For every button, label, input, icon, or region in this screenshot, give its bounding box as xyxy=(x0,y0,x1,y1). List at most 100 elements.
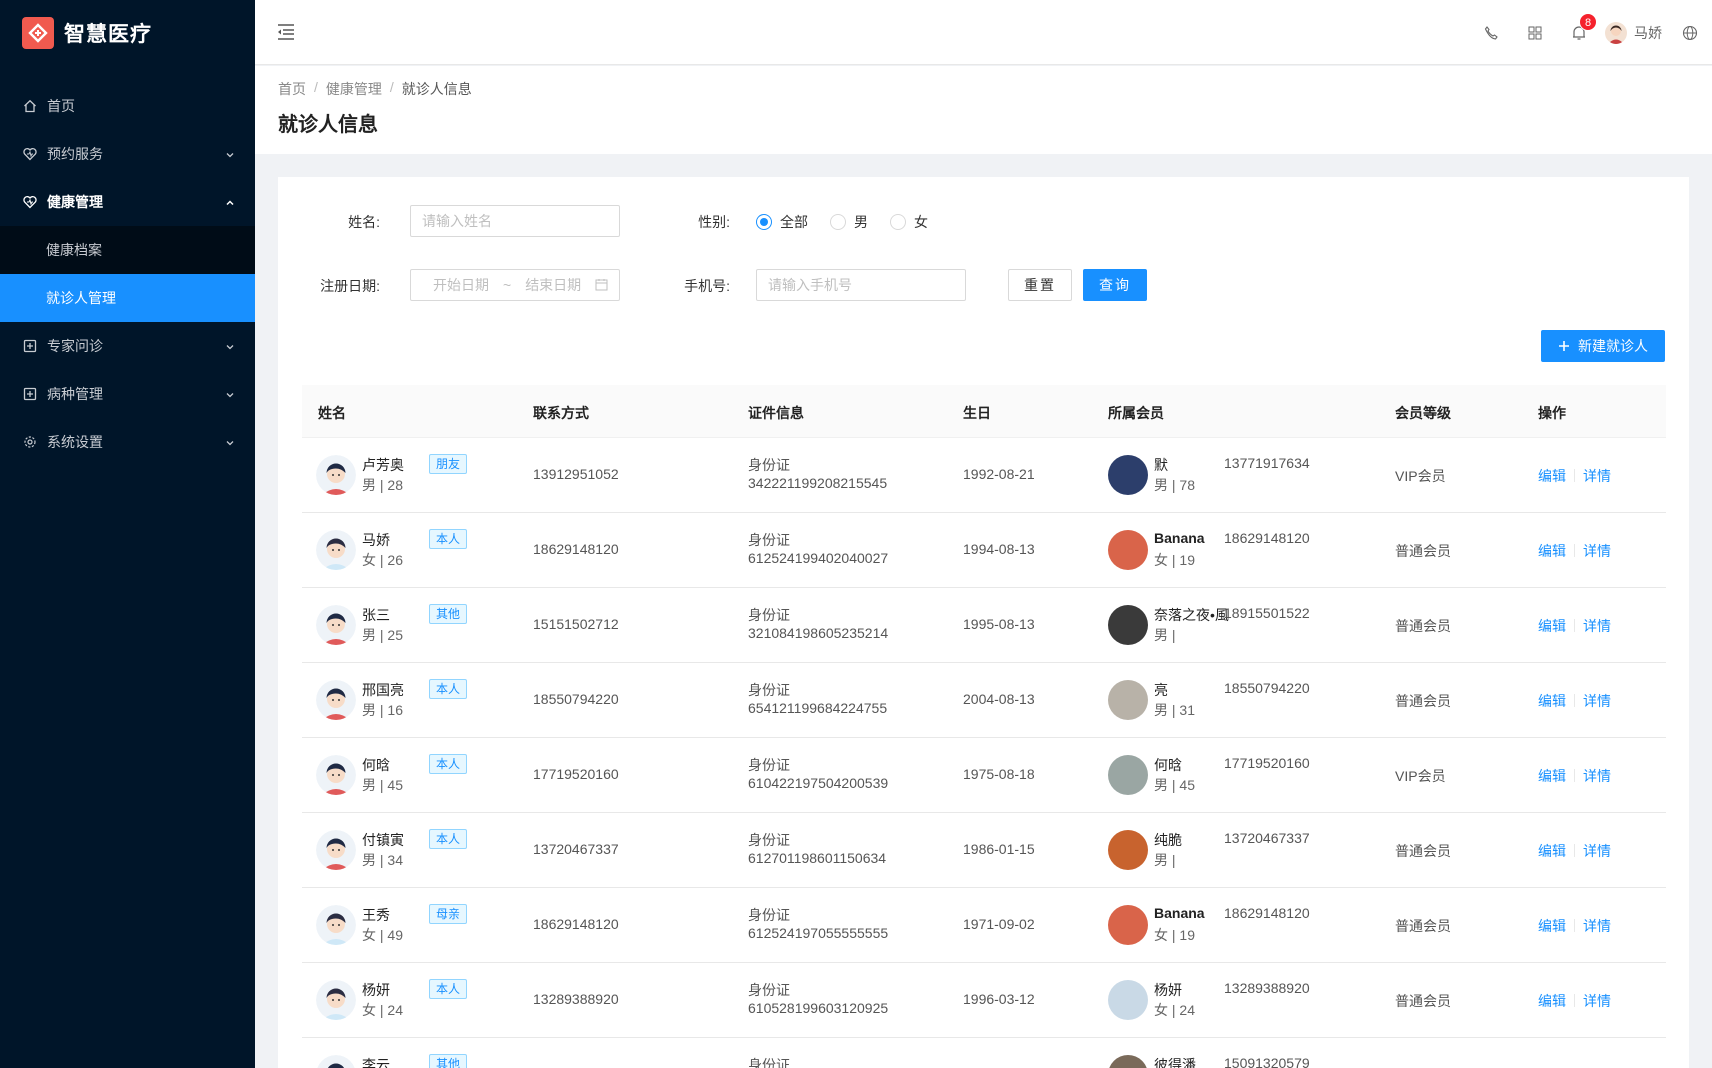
action-divider xyxy=(1574,769,1575,782)
col-header-actions: 操作 xyxy=(1538,405,1566,421)
edit-link[interactable]: 编辑 xyxy=(1538,466,1566,486)
birthday: 1995-08-13 xyxy=(963,616,1035,632)
apps-grid-icon[interactable] xyxy=(1513,26,1557,40)
patient-gender-age: 男 | 16 xyxy=(362,702,403,718)
edit-link[interactable]: 编辑 xyxy=(1538,766,1566,786)
member-level: 普通会员 xyxy=(1395,618,1451,634)
phone-input[interactable]: 请输入手机号 xyxy=(756,269,966,301)
relation-tag: 母亲 xyxy=(429,904,468,924)
patient-phone: 18550794220 xyxy=(533,691,619,707)
member-avatar xyxy=(1108,605,1148,645)
sidebar-item-settings[interactable]: 系统设置 xyxy=(0,418,255,466)
gender-filter-label: 性别: xyxy=(698,214,730,230)
detail-link[interactable]: 详情 xyxy=(1583,541,1611,561)
action-divider xyxy=(1574,994,1575,1007)
edit-link[interactable]: 编辑 xyxy=(1538,841,1566,861)
action-divider xyxy=(1574,844,1575,857)
patient-name: 何晗 xyxy=(362,757,390,773)
menu-fold-icon[interactable] xyxy=(277,23,295,44)
edit-link[interactable]: 编辑 xyxy=(1538,691,1566,711)
birthday: 1992-08-21 xyxy=(963,466,1035,482)
date-range-picker[interactable]: 开始日期 ~ 结束日期 xyxy=(410,269,620,301)
search-button[interactable]: 查询 xyxy=(1083,269,1147,301)
detail-link[interactable]: 详情 xyxy=(1583,916,1611,936)
gender-radio-female[interactable]: 女 xyxy=(890,212,928,232)
reset-button[interactable]: 重置 xyxy=(1008,269,1072,301)
member-name: 纯脆 xyxy=(1154,832,1182,848)
health-submenu: 健康档案 就诊人管理 xyxy=(0,226,255,322)
chevron-down-icon xyxy=(225,339,235,355)
sidebar-item-health-records[interactable]: 健康档案 xyxy=(0,226,255,274)
chevron-up-icon xyxy=(225,195,235,211)
member-level: 普通会员 xyxy=(1395,918,1451,934)
gear-icon xyxy=(22,434,38,450)
breadcrumb-separator: / xyxy=(389,79,394,95)
breadcrumb-parent[interactable]: 健康管理 xyxy=(326,79,382,99)
member-phone: 13289388920 xyxy=(1224,980,1310,996)
detail-link[interactable]: 详情 xyxy=(1583,691,1611,711)
member-level: 普通会员 xyxy=(1395,993,1451,1009)
patient-avatar xyxy=(316,1055,356,1068)
detail-link[interactable]: 详情 xyxy=(1583,991,1611,1011)
relation-tag: 本人 xyxy=(429,529,468,549)
table-row: 张三男 | 25 其他 15151502712 身份证 3210841986052352… xyxy=(302,588,1666,663)
sidebar-item-label: 首页 xyxy=(47,98,75,114)
edit-link[interactable]: 编辑 xyxy=(1538,916,1566,936)
sidebar-item-label: 就诊人管理 xyxy=(46,290,116,306)
member-phone: 13771917634 xyxy=(1224,455,1310,471)
app-logo[interactable]: 智慧医疗 xyxy=(0,0,255,66)
date-end-input[interactable]: 结束日期 xyxy=(525,270,581,300)
date-start-input[interactable]: 开始日期 xyxy=(433,270,489,300)
header-actions: 8 马娇 xyxy=(1469,0,1712,65)
calendar-icon xyxy=(595,271,608,300)
globe-icon[interactable] xyxy=(1668,25,1712,41)
edit-link[interactable]: 编辑 xyxy=(1538,541,1566,561)
gender-radio-all[interactable]: 全部 xyxy=(756,212,808,232)
gender-radio-male[interactable]: 男 xyxy=(830,212,868,232)
table-row: 卢芳奥男 | 28 朋友 13912951052 身份证 342221199208215… xyxy=(302,438,1666,513)
gender-radio-group: 全部 男 女 xyxy=(756,212,950,232)
table-row: 付镇寅男 | 34 本人 13720467337 身份证 612701198601150… xyxy=(302,813,1666,888)
new-patient-button[interactable]: 新建就诊人 xyxy=(1541,330,1665,362)
member-phone: 15091320579 xyxy=(1224,1055,1310,1068)
sidebar-item-disease-management[interactable]: 病种管理 xyxy=(0,370,255,418)
phone-icon[interactable] xyxy=(1469,25,1513,41)
edit-link[interactable]: 编辑 xyxy=(1538,616,1566,636)
member-gender-age: 女 | 19 xyxy=(1154,552,1195,568)
sidebar-item-patient-management[interactable]: 就诊人管理 xyxy=(0,274,255,322)
sidebar-item-health[interactable]: 健康管理 xyxy=(0,178,255,226)
chevron-down-icon xyxy=(225,147,235,163)
member-level: 普通会员 xyxy=(1395,843,1451,859)
id-type: 身份证 xyxy=(748,832,790,848)
bell-icon[interactable]: 8 xyxy=(1557,12,1601,41)
member-avatar xyxy=(1108,455,1148,495)
patient-name: 张三 xyxy=(362,607,390,623)
chevron-down-icon xyxy=(225,387,235,403)
breadcrumb-home[interactable]: 首页 xyxy=(278,79,306,99)
relation-tag: 本人 xyxy=(429,679,468,699)
new-patient-label: 新建就诊人 xyxy=(1578,338,1648,354)
col-header-id: 证件信息 xyxy=(748,405,804,421)
detail-link[interactable]: 详情 xyxy=(1583,616,1611,636)
id-type: 身份证 xyxy=(748,757,790,773)
sidebar-item-appointment[interactable]: 预约服务 xyxy=(0,130,255,178)
relation-tag: 本人 xyxy=(429,829,468,849)
user-menu[interactable]: 马娇 xyxy=(1605,21,1662,44)
detail-link[interactable]: 详情 xyxy=(1583,466,1611,486)
name-input[interactable]: 请输入姓名 xyxy=(410,205,620,237)
member-phone: 18629148120 xyxy=(1224,905,1310,921)
id-type: 身份证 xyxy=(748,982,790,998)
sidebar-item-expert-consult[interactable]: 专家问诊 xyxy=(0,322,255,370)
id-number: 612701198601150634 xyxy=(748,850,887,866)
patient-name: 王秀 xyxy=(362,907,390,923)
patient-name: 付镇寅 xyxy=(362,832,404,848)
relation-tag: 其他 xyxy=(429,604,468,624)
breadcrumb-current: 就诊人信息 xyxy=(401,81,472,97)
detail-link[interactable]: 详情 xyxy=(1583,841,1611,861)
sidebar-item-home[interactable]: 首页 xyxy=(0,82,255,130)
edit-link[interactable]: 编辑 xyxy=(1538,991,1566,1011)
detail-link[interactable]: 详情 xyxy=(1583,766,1611,786)
patient-gender-age: 女 | 26 xyxy=(362,552,403,568)
member-avatar xyxy=(1108,680,1148,720)
member-phone: 17719520160 xyxy=(1224,755,1310,771)
